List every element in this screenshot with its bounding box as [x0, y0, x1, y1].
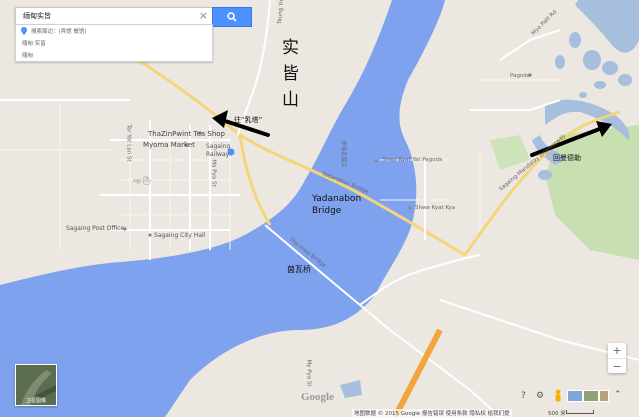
label-shwe-kyat-yat: Shwe Kyat Yat Pagoda [382, 157, 443, 163]
suggestion-row-3[interactable]: 缅甸 [16, 49, 212, 61]
suggestion-row-3-label: 缅甸 [22, 53, 34, 59]
annotation-bridge-cn: 茵瓦桥 [287, 265, 311, 274]
satellite-label: 卫星图像 [25, 398, 46, 404]
photo-thumb-3[interactable] [599, 390, 609, 402]
zoom-out-button[interactable]: − [608, 358, 626, 374]
search-button[interactable] [212, 7, 252, 27]
label-pagoda: Pagoda [510, 73, 531, 79]
annotation-to-mandalay: 回曼德勒 [553, 154, 581, 162]
suggestion-nearby-label: 搜索周边：(宾馆 餐馆) [31, 29, 87, 35]
scale-label: 500 米 [548, 411, 566, 417]
label-my-pya: My Pya St [305, 359, 312, 387]
search-box[interactable]: 缅甸实皆 × [15, 7, 213, 25]
expand-icon[interactable]: ⌃ [614, 390, 622, 400]
suggestion-row-2-label: 缅甸 实皆 [22, 41, 46, 47]
attribution: 地图数据 © 2015 Google 报告错误 使用条款 隐私权 给我们提 [352, 409, 512, 417]
search-input[interactable]: 缅甸实皆 [23, 11, 51, 21]
search-suggestions: 搜索周边：(宾馆 餐馆) 缅甸 实皆 缅甸 [15, 24, 213, 62]
zoom-control: + − [608, 343, 626, 373]
label-railway: Railway [206, 151, 230, 158]
label-ma-pya-st: Ma Pya St [210, 159, 217, 187]
suggestion-nearby[interactable]: 搜索周边：(宾馆 餐馆) [16, 25, 212, 37]
suggestion-row-2[interactable]: 缅甸 实皆 [16, 37, 212, 49]
google-logo: Google [301, 391, 334, 403]
annotation-sagaing-char-2: 皆 [282, 64, 299, 84]
label-sagaing: Sagaing [206, 143, 231, 150]
location-pin-icon [21, 27, 27, 35]
annotation-to-pagoda: 往“乳塔” [234, 116, 263, 124]
label-city-hall: Sagaing City Hall [154, 232, 206, 239]
photo-thumb-2[interactable] [583, 390, 599, 402]
annotation-yadanabon-1: Yadanabon [312, 194, 362, 204]
annotation-sagaing-char-3: 山 [282, 90, 299, 110]
label-market-small: ဈေး ကြီး [133, 178, 151, 184]
satellite-toggle[interactable]: 卫星图像 [15, 364, 57, 406]
photo-thumb-1[interactable] [567, 390, 583, 402]
label-post-office: Sagaing Post Office [66, 225, 125, 232]
help-icon[interactable]: ? [521, 391, 526, 401]
label-tea-shop: ThaZinPwint Tea Shop [148, 130, 225, 138]
scale-bar [566, 410, 594, 414]
search-icon [227, 12, 237, 22]
label-shwe-kyat-kya: Shwe Kyat Kya [415, 205, 456, 211]
annotation-sagaing-char-1: 实 [282, 38, 299, 58]
pegman-icon[interactable] [553, 388, 563, 402]
clear-icon[interactable]: × [199, 8, 208, 24]
label-myoma-market: Myoma Market [143, 141, 195, 149]
annotation-yadanabon-2: Bridge [312, 206, 342, 216]
gear-icon[interactable]: ⚙ [536, 391, 544, 401]
label-river-name: 伊洛瓦底江 [339, 140, 346, 168]
label-tar-yat-lan-st: Tar Yat Lan St [125, 124, 132, 162]
zoom-in-button[interactable]: + [608, 343, 626, 358]
